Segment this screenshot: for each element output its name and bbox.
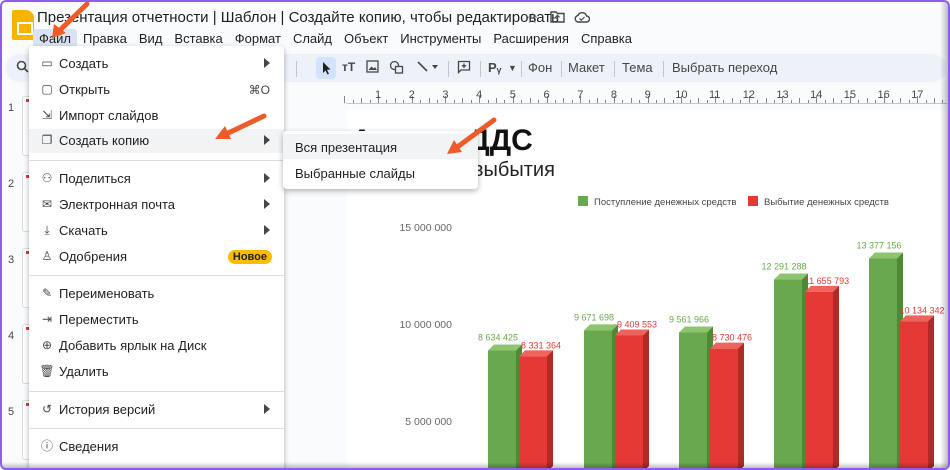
bar[interactable] xyxy=(615,335,643,470)
submenu-arrow-icon xyxy=(264,135,270,146)
bar-data-label: 12 291 288 xyxy=(761,262,806,272)
file-menu-item-label: Переместить xyxy=(59,312,139,328)
y-tick-label: 15 000 000 xyxy=(399,222,452,234)
make-copy-submenu: Вся презентация Выбранные слайды xyxy=(283,131,478,189)
legend-swatch xyxy=(578,196,588,206)
file-menu-item-email[interactable]: ✉ Электронная почта xyxy=(29,193,284,217)
menu-divider xyxy=(29,275,284,277)
legend-label: Поступление денежных средств xyxy=(594,197,736,208)
bar[interactable] xyxy=(584,330,612,470)
rename-icon: ✎ xyxy=(41,286,53,301)
file-menu-item-delete[interactable]: 🗑 Удалить xyxy=(29,360,284,384)
bar-data-label: 11 655 793 xyxy=(805,276,849,286)
bar-side-face xyxy=(833,285,839,468)
file-menu-item-label: История версий xyxy=(59,401,156,417)
legend-label: Выбытие денежных средств xyxy=(764,197,889,208)
file-menu-item-label: Открыть xyxy=(59,81,111,97)
bar-data-label: 9 561 966 xyxy=(669,314,709,324)
submenu-item-selected-slides[interactable]: Выбранные слайды xyxy=(283,160,478,185)
bar[interactable] xyxy=(805,291,833,470)
keyboard-shortcut: ⌘O xyxy=(248,82,270,97)
file-menu-item-create[interactable]: ▭ Создать xyxy=(29,52,284,76)
file-menu-item-download[interactable]: ⤓ Скачать xyxy=(29,219,284,243)
file-menu-item-import-slides[interactable]: ⇲ Импорт слайдов xyxy=(29,104,284,128)
drive-shortcut-icon: ⊕ xyxy=(41,338,53,352)
file-menu-item-open[interactable]: ▢ Открыть ⌘O xyxy=(29,78,284,102)
file-menu: ▭ Создать ▢ Открыть ⌘O ⇲ Импорт слайдов ❐ Создат… xyxy=(29,46,284,468)
bar[interactable] xyxy=(488,350,516,470)
file-menu-item-share[interactable]: ⚇ Поделиться xyxy=(29,167,284,191)
y-tick-label: 5 000 000 xyxy=(405,416,452,428)
bar-data-label: 9 671 698 xyxy=(574,312,614,322)
menu-divider xyxy=(29,428,284,430)
bar-data-label: 10 134 342 xyxy=(899,305,944,315)
submenu-arrow-icon xyxy=(264,199,270,209)
download-icon: ⤓ xyxy=(44,222,50,237)
menu-divider xyxy=(29,390,284,392)
legend-swatch xyxy=(748,196,758,206)
bar-data-label: 8 634 425 xyxy=(478,332,518,342)
window-shadow xyxy=(940,2,948,468)
bar-side-face xyxy=(643,329,649,468)
app-window: Презентация отчетности | Шаблон | Создай… xyxy=(0,0,950,470)
file-menu-item-label: Скачать xyxy=(59,222,108,238)
history-icon: ↺ xyxy=(41,401,53,416)
y-tick-label: 10 000 000 xyxy=(399,319,452,331)
bar-side-face xyxy=(547,350,553,468)
bar[interactable] xyxy=(519,356,547,470)
bar[interactable] xyxy=(869,258,897,470)
file-menu-item-details[interactable]: ⓘ Сведения xyxy=(29,435,284,459)
file-menu-item-move[interactable]: ⇥ Переместить xyxy=(29,308,284,332)
file-menu-item-version-history[interactable]: ↺ История версий xyxy=(29,398,284,422)
menu-divider xyxy=(29,160,284,162)
file-menu-item-label: Переименовать xyxy=(59,286,155,302)
trash-icon: 🗑 xyxy=(39,363,55,378)
folder-icon: ▢ xyxy=(41,81,53,96)
submenu-item-label: Вся презентация xyxy=(295,140,398,155)
bar[interactable] xyxy=(710,348,738,470)
bar-data-label: 8 730 476 xyxy=(712,333,752,343)
import-icon: ⇲ xyxy=(41,107,53,122)
file-menu-item-approvals[interactable]: ♙ Одобрения Новое xyxy=(29,245,284,269)
submenu-arrow-icon xyxy=(264,403,270,414)
mail-icon: ✉ xyxy=(41,197,53,211)
move-icon: ⇥ xyxy=(41,312,53,327)
bar-side-face xyxy=(928,315,934,468)
slides-icon: ▭ xyxy=(41,56,53,70)
file-menu-item-label: Поделиться xyxy=(59,171,131,187)
submenu-arrow-icon xyxy=(264,224,270,235)
file-menu-item-label: Сведения xyxy=(59,439,119,455)
file-menu-item-add-shortcut[interactable]: ⊕ Добавить ярлык на Диск xyxy=(29,334,284,358)
bar-data-label: 13 377 156 xyxy=(856,240,901,250)
submenu-arrow-icon xyxy=(264,173,270,184)
bar-side-face xyxy=(738,342,744,468)
submenu-item-entire-presentation[interactable]: Вся презентация xyxy=(283,134,478,159)
window-shadow xyxy=(2,462,948,468)
submenu-item-label: Выбранные слайды xyxy=(295,166,415,181)
bar[interactable] xyxy=(679,332,707,470)
file-menu-item-make-copy[interactable]: ❐ Создать копию xyxy=(29,129,284,154)
approval-icon: ♙ xyxy=(41,248,53,263)
file-menu-item-rename[interactable]: ✎ Переименовать xyxy=(29,282,284,306)
file-menu-item-label: Добавить ярлык на Диск xyxy=(59,338,207,353)
file-menu-item-label: Создать копию xyxy=(59,133,150,149)
info-icon: ⓘ xyxy=(40,439,53,454)
bar-data-label: 8 331 364 xyxy=(521,340,561,350)
file-menu-item-label: Удалить xyxy=(59,363,109,379)
copy-icon: ❐ xyxy=(41,133,53,148)
bar[interactable] xyxy=(900,321,928,470)
file-menu-item-label: Одобрения xyxy=(59,248,128,264)
submenu-arrow-icon xyxy=(264,58,270,68)
new-badge: Новое xyxy=(227,249,272,264)
file-menu-item-label: Импорт слайдов xyxy=(59,107,159,123)
file-menu-item-label: Электронная почта xyxy=(59,197,176,212)
bar[interactable] xyxy=(774,279,802,470)
person-add-icon: ⚇ xyxy=(41,171,53,186)
bar-data-label: 9 409 553 xyxy=(617,319,657,329)
file-menu-item-label: Создать xyxy=(59,56,109,71)
